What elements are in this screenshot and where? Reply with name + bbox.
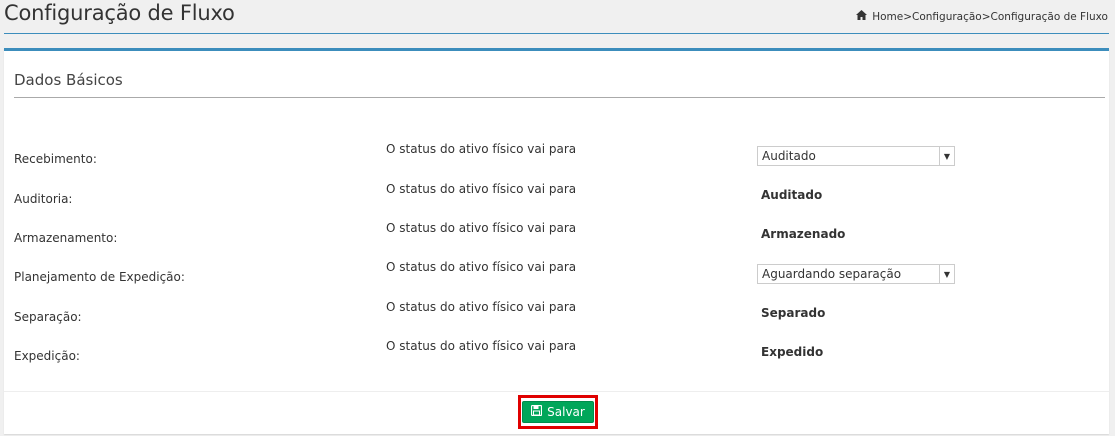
row-expedicao: Expedição: O status do ativo físico vai … xyxy=(14,339,1105,369)
row-description: O status do ativo físico vai para xyxy=(386,300,577,314)
row-label: Expedição: xyxy=(14,349,80,363)
row-armazenamento: Armazenamento: O status do ativo físico … xyxy=(14,221,1105,251)
footer-divider xyxy=(4,391,1109,392)
status-select-planejamento[interactable]: Aguardando separação ▼ xyxy=(757,264,955,284)
row-planejamento-expedicao: Planejamento de Expedição: O status do a… xyxy=(14,260,1105,290)
caret-down-icon[interactable]: ▼ xyxy=(939,147,954,165)
select-value: Aguardando separação xyxy=(762,267,902,281)
row-label: Armazenamento: xyxy=(14,231,118,245)
select-value: Auditado xyxy=(762,149,816,163)
row-separacao: Separação: O status do ativo físico vai … xyxy=(14,300,1105,330)
status-select-recebimento[interactable]: Auditado ▼ xyxy=(757,146,955,166)
row-description: O status do ativo físico vai para xyxy=(386,142,577,156)
caret-down-icon[interactable]: ▼ xyxy=(939,265,954,283)
row-label: Auditoria: xyxy=(14,192,73,206)
page-title: Configuração de Fluxo xyxy=(4,1,235,25)
row-auditoria: Auditoria: O status do ativo físico vai … xyxy=(14,182,1105,212)
row-description: O status do ativo físico vai para xyxy=(386,260,577,274)
panel-header: Dados Básicos xyxy=(14,71,1105,98)
row-description: O status do ativo físico vai para xyxy=(386,221,577,235)
flow-config-panel: Dados Básicos Recebimento: O status do a… xyxy=(4,48,1109,434)
floppy-disk-icon xyxy=(531,404,543,419)
row-description: O status do ativo físico vai para xyxy=(386,182,577,196)
breadcrumb: Home> Configuração> Configuração de Flux… xyxy=(856,10,1108,23)
save-button-highlight: Salvar xyxy=(518,395,598,429)
save-button[interactable]: Salvar xyxy=(522,401,594,423)
row-label: Recebimento: xyxy=(14,152,97,166)
panel-title: Dados Básicos xyxy=(14,71,123,89)
status-value: Armazenado xyxy=(761,227,846,241)
save-button-label: Salvar xyxy=(547,405,585,419)
status-value: Separado xyxy=(761,306,826,320)
row-label: Planejamento de Expedição: xyxy=(14,270,185,284)
home-icon xyxy=(856,10,868,23)
title-divider xyxy=(4,33,1109,34)
breadcrumb-configuracao[interactable]: Configuração> xyxy=(912,11,991,23)
status-value: Expedido xyxy=(761,345,824,359)
status-value: Auditado xyxy=(761,188,823,202)
row-label: Separação: xyxy=(14,310,82,324)
row-recebimento: Recebimento: O status do ativo físico va… xyxy=(14,142,1105,172)
breadcrumb-home[interactable]: Home> xyxy=(872,11,912,23)
breadcrumb-current: Configuração de Fluxo xyxy=(990,10,1108,23)
row-description: O status do ativo físico vai para xyxy=(386,339,577,353)
